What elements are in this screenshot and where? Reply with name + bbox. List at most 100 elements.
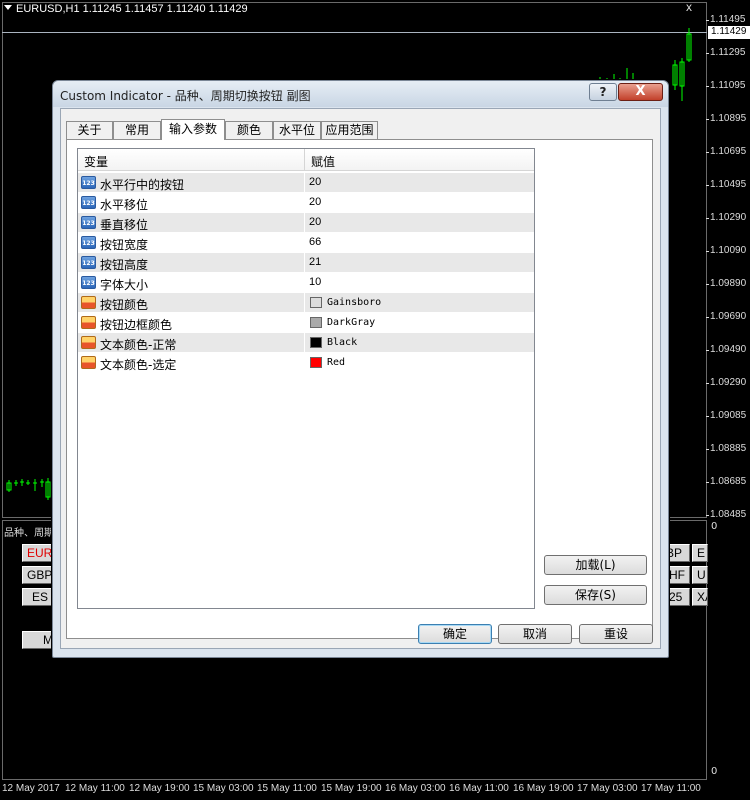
column-header-variable[interactable]: 变量 <box>84 153 108 170</box>
parameter-value[interactable]: Red <box>327 357 345 368</box>
integer-param-icon: 123 <box>81 236 96 249</box>
time-axis: 12 May 2017 12 May 11:00 12 May 19:00 15… <box>0 781 750 800</box>
parameter-row[interactable]: 按钮颜色 Gainsboro <box>78 293 534 313</box>
color-swatch <box>310 337 322 348</box>
price-tick: 1.09890 <box>705 278 747 289</box>
color-param-icon <box>81 316 96 329</box>
parameter-value[interactable]: 20 <box>309 196 321 208</box>
price-tick: 1.10895 <box>705 113 747 124</box>
reset-button[interactable]: 重设 <box>579 624 653 644</box>
column-separator <box>304 173 305 193</box>
current-price-label: 1.11429 <box>708 26 750 39</box>
parameter-row[interactable]: 123 字体大小 10 <box>78 273 534 293</box>
subwindow-scale-bottom: 0 <box>711 766 718 777</box>
column-header-value[interactable]: 赋值 <box>311 153 335 170</box>
color-param-icon <box>81 336 96 349</box>
time-tick: 16 May 19:00 <box>513 783 574 794</box>
time-tick: 12 May 11:00 <box>65 783 125 794</box>
color-param-icon <box>81 356 96 369</box>
time-tick: 15 May 11:00 <box>257 783 317 794</box>
parameter-value[interactable]: DarkGray <box>327 317 375 328</box>
parameter-value[interactable]: 21 <box>309 256 321 268</box>
time-tick: 16 May 11:00 <box>449 783 509 794</box>
parameter-name: 文本颜色-选定 <box>100 358 177 372</box>
integer-param-icon: 123 <box>81 276 96 289</box>
price-tick: 1.09690 <box>705 311 747 322</box>
time-tick: 12 May 2017 <box>2 783 60 794</box>
parameter-row[interactable]: 123 水平行中的按钮 20 <box>78 173 534 193</box>
ok-button[interactable]: 确定 <box>418 624 492 644</box>
subwindow-label: 品种、周期 <box>4 528 54 539</box>
parameter-row[interactable]: 文本颜色-正常 Black <box>78 333 534 353</box>
time-tick: 16 May 03:00 <box>385 783 446 794</box>
parameter-name: 文本颜色-正常 <box>100 338 177 352</box>
parameter-value[interactable]: 66 <box>309 236 321 248</box>
column-separator <box>304 193 305 213</box>
parameter-row[interactable]: 123 垂直移位 20 <box>78 213 534 233</box>
integer-param-icon: 123 <box>81 176 96 189</box>
price-tick: 1.08685 <box>705 476 747 487</box>
dialog-content: 关于 常用 输入参数 颜色 水平位 应用范围 变量 赋值 123 水平行中的按钮… <box>60 108 661 649</box>
parameter-row[interactable]: 文本颜色-选定 Red <box>78 353 534 373</box>
integer-param-icon: 123 <box>81 256 96 269</box>
column-separator <box>304 353 305 373</box>
symbol-button-u[interactable]: U <box>692 566 708 584</box>
parameter-row[interactable]: 123 按钮宽度 66 <box>78 233 534 253</box>
column-separator <box>304 333 305 353</box>
column-separator <box>304 293 305 313</box>
parameter-value[interactable]: Gainsboro <box>327 297 381 308</box>
parameter-value[interactable]: Black <box>327 337 357 348</box>
parameter-name: 水平移位 <box>100 198 149 212</box>
tab-common[interactable]: 常用 <box>113 121 161 139</box>
time-tick: 17 May 11:00 <box>641 783 701 794</box>
help-button[interactable]: ? <box>589 83 617 101</box>
time-tick: 15 May 19:00 <box>321 783 382 794</box>
time-tick: 15 May 03:00 <box>193 783 254 794</box>
close-button[interactable]: X <box>618 83 663 101</box>
column-separator <box>304 273 305 293</box>
parameter-row[interactable]: 123 水平移位 20 <box>78 193 534 213</box>
parameter-name: 按钮宽度 <box>100 238 149 252</box>
parameter-name: 按钮高度 <box>100 258 149 272</box>
subwindow-scale-top: 0 <box>711 521 718 532</box>
integer-param-icon: 123 <box>81 196 96 209</box>
tab-inputs[interactable]: 输入参数 <box>161 119 225 140</box>
parameter-row[interactable]: 按钮边框颜色 DarkGray <box>78 313 534 333</box>
parameter-row[interactable]: 123 按钮高度 21 <box>78 253 534 273</box>
price-tick: 1.11495 <box>705 14 746 25</box>
parameter-value[interactable]: 20 <box>309 216 321 228</box>
load-button[interactable]: 加载(L) <box>544 555 647 575</box>
column-separator <box>304 213 305 233</box>
price-axis: 1.11495 1.11295 1.11095 1.10895 1.10695 … <box>705 0 750 780</box>
dialog-titlebar[interactable]: Custom Indicator - 品种、周期切换按钮 副图 ? X <box>53 81 668 107</box>
dialog-title: Custom Indicator - 品种、周期切换按钮 副图 <box>60 89 311 103</box>
custom-indicator-dialog: Custom Indicator - 品种、周期切换按钮 副图 ? X 关于 常… <box>52 80 669 658</box>
parameter-name: 垂直移位 <box>100 218 149 232</box>
parameter-name: 字体大小 <box>100 278 149 292</box>
color-swatch <box>310 297 322 308</box>
tab-about[interactable]: 关于 <box>66 121 113 139</box>
parameters-grid[interactable]: 变量 赋值 123 水平行中的按钮 20 123 水平移位 20 123 垂直移… <box>77 148 535 609</box>
color-swatch <box>310 317 322 328</box>
cancel-button[interactable]: 取消 <box>498 624 572 644</box>
save-button[interactable]: 保存(S) <box>544 585 647 605</box>
tab-colors[interactable]: 颜色 <box>225 121 273 139</box>
parameter-value[interactable]: 20 <box>309 176 321 188</box>
tab-levels[interactable]: 水平位 <box>273 121 321 139</box>
price-tick: 1.11295 <box>705 47 746 58</box>
column-separator <box>304 313 305 333</box>
price-tick: 1.09490 <box>705 344 747 355</box>
tab-visualization[interactable]: 应用范围 <box>321 121 378 139</box>
column-separator <box>304 233 305 253</box>
price-tick: 1.10290 <box>705 212 747 223</box>
parameter-value[interactable]: 10 <box>309 276 321 288</box>
column-separator <box>304 253 305 273</box>
symbol-button-e[interactable]: E <box>692 544 708 562</box>
price-tick: 1.11095 <box>705 80 746 91</box>
color-swatch <box>310 357 322 368</box>
symbol-button-xa[interactable]: XA <box>692 588 708 606</box>
price-tick: 1.08485 <box>705 509 747 520</box>
price-tick: 1.09290 <box>705 377 747 388</box>
price-tick: 1.10495 <box>705 179 747 190</box>
price-tick: 1.09085 <box>705 410 747 421</box>
